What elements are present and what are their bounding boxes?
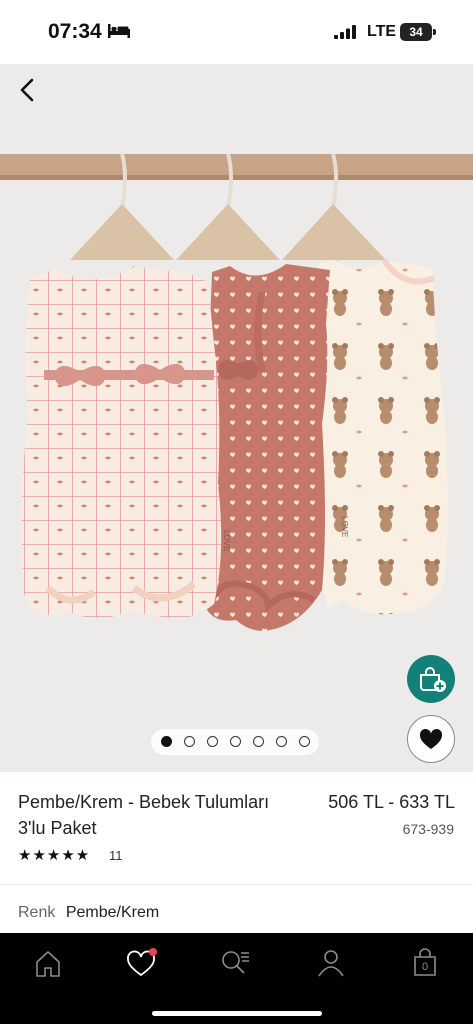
product-image-gallery[interactable]: LOVE LOVE (0, 64, 473, 772)
product-code: 673-939 (402, 821, 454, 837)
basket-tab[interactable]: 0 (405, 945, 445, 981)
basket-add-icon (420, 667, 446, 692)
add-to-wishlist-button[interactable] (407, 715, 455, 763)
image-pagination (151, 729, 319, 755)
bed-icon (108, 24, 130, 38)
basket-count: 0 (421, 961, 429, 973)
status-time: 07:34 (48, 20, 102, 43)
pagination-dot[interactable] (161, 736, 172, 747)
pagination-dot[interactable] (184, 736, 195, 747)
wishlist-icon[interactable] (121, 945, 161, 981)
home-indicator (152, 1011, 322, 1016)
pagination-dot[interactable] (276, 736, 287, 747)
network-type: LTE (367, 23, 397, 40)
rating-stars[interactable]: ★★★★★ (18, 846, 90, 864)
product-info: Pembe/Krem - Bebek Tulumları 3'lu Paket … (0, 772, 473, 884)
divider (0, 884, 473, 885)
signal-icon (334, 25, 356, 39)
search-icon[interactable] (215, 945, 255, 981)
color-value: Pembe/Krem (65, 904, 160, 921)
pagination-dot[interactable] (207, 736, 218, 747)
account-icon[interactable] (311, 945, 351, 981)
pagination-dot[interactable] (230, 736, 241, 747)
bottom-tab-bar: 0 (0, 933, 473, 1024)
product-image: LOVE LOVE (0, 64, 473, 772)
battery-tip (433, 29, 436, 35)
product-price: 506 TL - 633 TL (328, 792, 455, 812)
battery-icon: 34 (400, 23, 432, 41)
color-selector[interactable]: Renk Pembe/Krem (18, 904, 159, 922)
home-icon[interactable] (28, 945, 68, 981)
garment-label-text: LOVE (222, 530, 231, 551)
pagination-dot[interactable] (253, 736, 264, 747)
pagination-dot[interactable] (299, 736, 310, 747)
review-count[interactable]: 11 (109, 848, 123, 863)
color-label: Renk (18, 904, 56, 921)
product-title: Pembe/Krem - Bebek Tulumları 3'lu Paket (18, 792, 270, 838)
add-to-basket-button[interactable] (407, 655, 455, 703)
garment-label-text: LOVE (340, 516, 349, 537)
heart-icon (419, 728, 443, 749)
back-button[interactable] (10, 72, 46, 108)
status-bar: 07:34 LTE 34 (0, 0, 473, 64)
